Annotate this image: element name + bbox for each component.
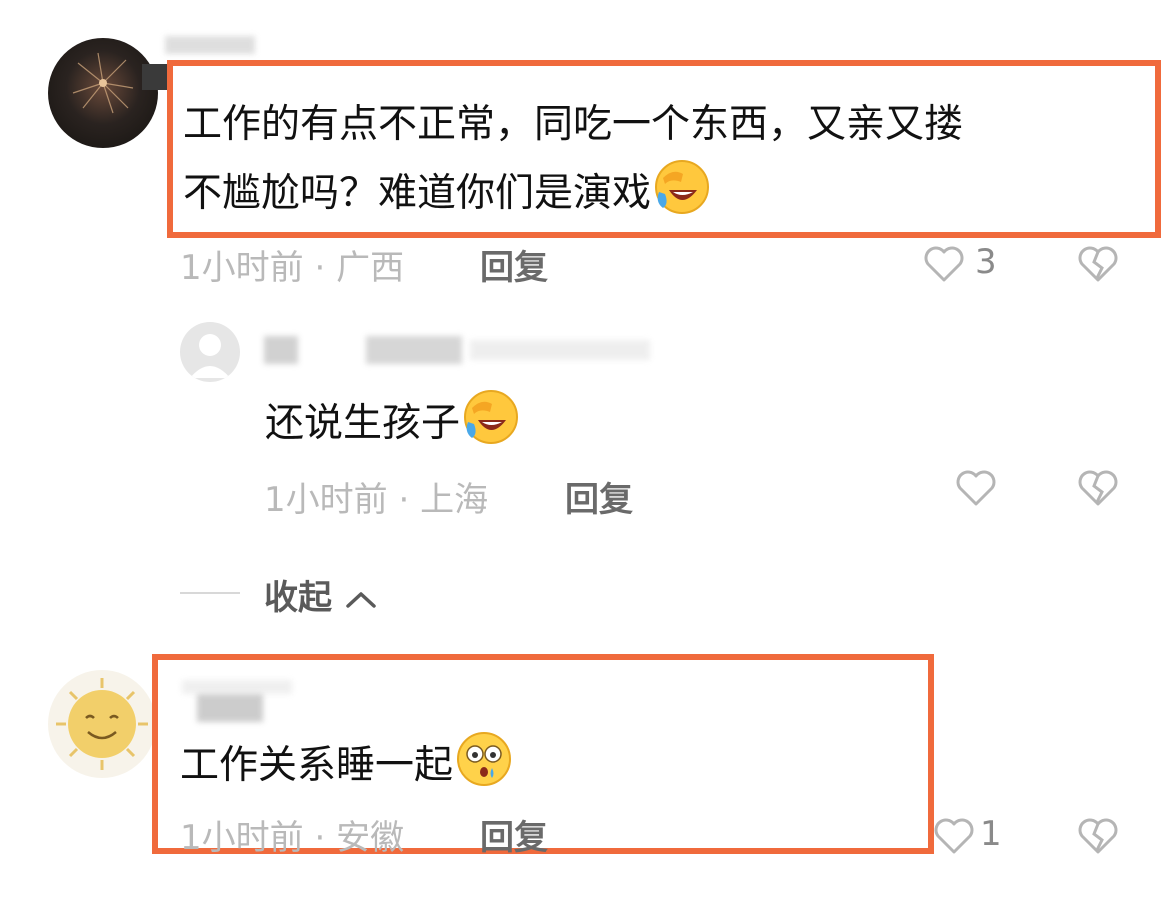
heart-icon [934,818,974,854]
comment-text: 工作关系睡一起 [180,730,513,805]
like-count: 1 [980,814,1002,854]
like-count: 3 [975,242,997,282]
comment-meta: 1小时前 · 广西 [180,248,405,288]
user-icon [190,334,230,378]
reply-button[interactable]: 回复 [565,472,633,521]
broken-heart-icon [1078,818,1118,854]
broken-heart-icon [1078,246,1118,282]
reply-button[interactable]: 回复 [480,240,548,289]
like-button[interactable] [954,468,998,512]
username-blurred [366,336,462,364]
heart-icon [924,246,964,282]
comment-text-content: 工作关系睡一起 [180,743,454,788]
fireworks-icon [72,52,134,114]
comment-text-line1: 工作的有点不正常，同吃一个东西，又亲又搂 [183,102,964,147]
dislike-button[interactable] [1076,816,1120,860]
collapse-label: 收起 [264,578,332,618]
comment-text-line2: 不尴尬吗？难道你们是演戏 [183,158,711,233]
heart-icon [956,470,996,506]
username-blurred [182,680,292,694]
avatar-default[interactable] [180,322,240,382]
avatar-sun[interactable] [48,670,156,778]
username-blurred [264,336,298,364]
dislike-button[interactable] [1076,468,1120,512]
shocked-emoji-icon [455,730,513,805]
reply-time: 1小时前 [264,480,388,520]
collapse-button[interactable]: 收起 [264,570,378,619]
reply-button[interactable]: 回复 [480,810,548,859]
reply-meta: 1小时前 · 上海 [264,480,489,520]
comment-location: 安徽 [336,818,405,858]
comment-time: 1小时前 [180,818,304,858]
comment-time: 1小时前 [180,248,304,288]
sun-smiley-icon [56,678,148,770]
username-blurred [470,340,650,360]
reply-location: 上海 [420,480,489,520]
reply-text-content: 还说生孩子 [265,401,461,446]
laughing-crying-emoji-icon [653,158,711,233]
like-button[interactable] [932,816,976,860]
avatar-fireworks[interactable] [48,38,158,148]
comment-text-line2-text: 不尴尬吗？难道你们是演戏 [183,171,652,216]
broken-heart-icon [1078,470,1118,506]
comment-meta: 1小时前 · 安徽 [180,818,405,858]
laughing-crying-emoji-icon [462,388,520,463]
collapse-divider [180,592,240,594]
chevron-up-icon [346,591,376,608]
dislike-button[interactable] [1076,244,1120,288]
username-blurred [197,694,263,722]
avatar-badge [142,64,168,90]
reply-text: 还说生孩子 [265,388,520,463]
username-blurred [165,36,255,54]
comment-location: 广西 [336,248,405,288]
like-button[interactable] [922,244,966,288]
